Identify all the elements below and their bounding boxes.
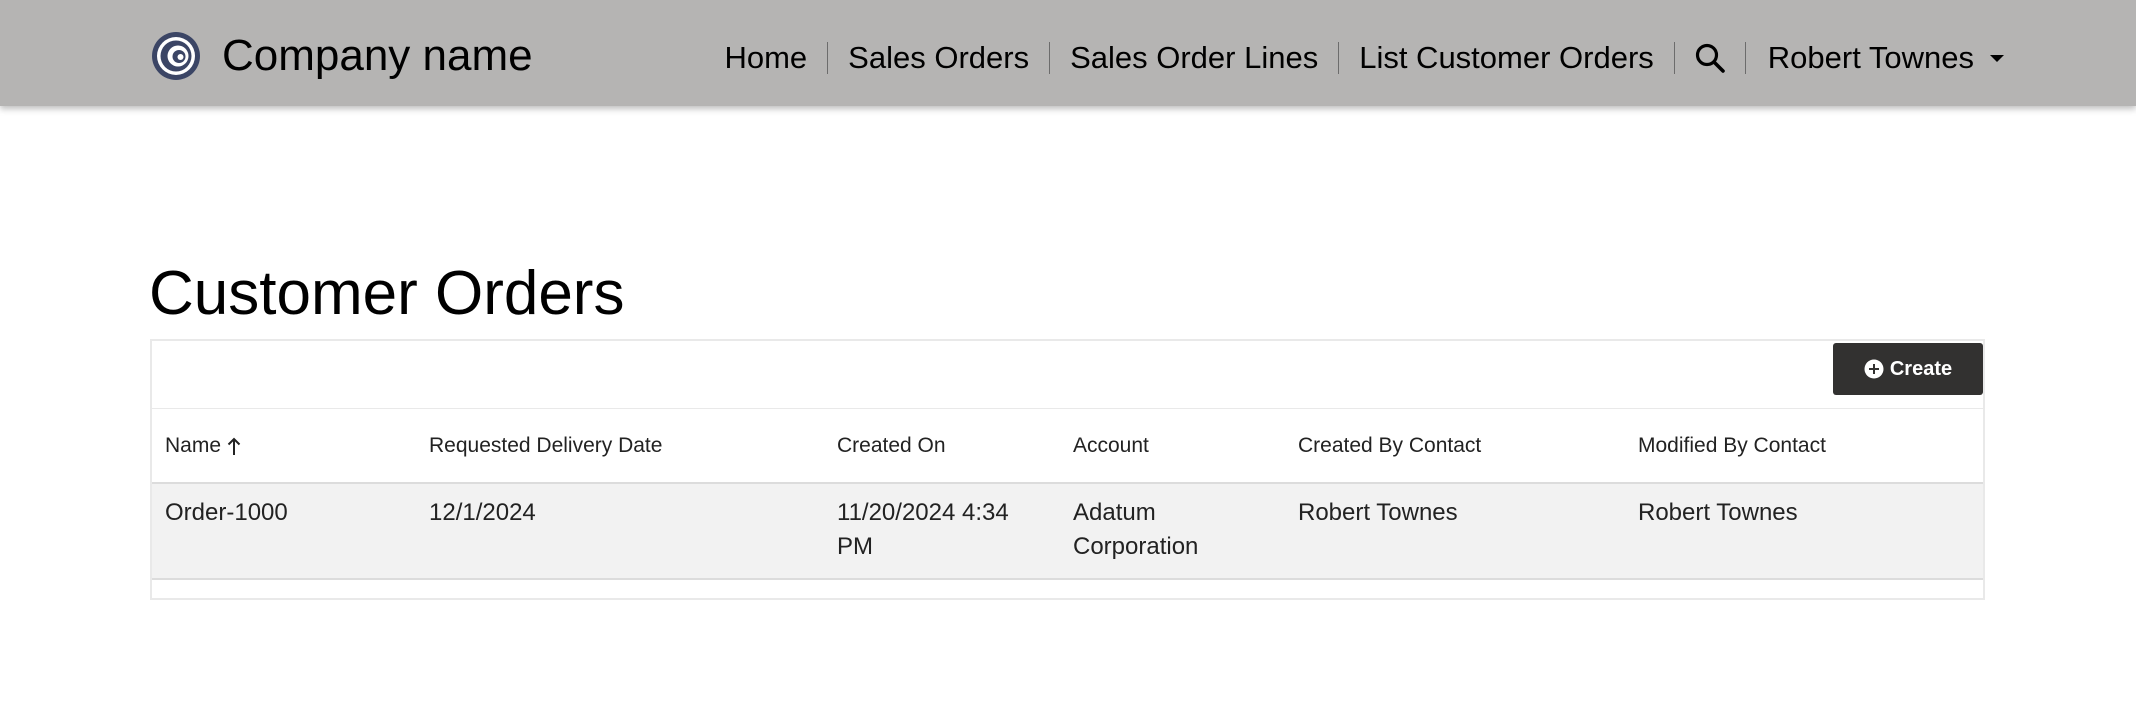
user-name: Robert Townes <box>1767 40 1974 75</box>
column-header-modified-by-contact[interactable]: Modified By Contact <box>1625 409 1983 484</box>
column-header-created-on[interactable]: Created On <box>824 409 1060 484</box>
column-header-label: Name <box>165 433 222 457</box>
create-button-label: Create <box>1889 358 1953 380</box>
arrow-up-icon <box>227 437 241 455</box>
nav-item-sales-orders[interactable]: Sales Orders <box>828 34 1049 82</box>
cell-name: Order-1000 <box>152 483 416 580</box>
nav-item-sales-order-lines[interactable]: Sales Order Lines <box>1050 34 1338 82</box>
cell-requested-delivery-date: 12/1/2024 <box>416 483 824 580</box>
orders-table: Name Requested Delivery Date Created On … <box>152 409 1983 580</box>
circle-logo-icon <box>152 32 200 80</box>
brand-name: Company name <box>222 31 533 80</box>
main-nav: Home Sales Orders Sales Order Lines List… <box>704 34 2004 82</box>
search-icon <box>1695 43 1725 73</box>
cell-created-on: 11/20/2024 4:34 PM <box>824 483 1060 580</box>
cell-account: Adatum Corporation <box>1060 483 1285 580</box>
user-menu[interactable]: Robert Townes <box>1746 34 2004 82</box>
column-header-name[interactable]: Name <box>152 409 416 484</box>
order-name-link[interactable]: Order-1000 <box>165 499 288 526</box>
orders-grid: Create Name Requested Delivery Date Crea… <box>150 339 1985 600</box>
caret-down-icon <box>1990 54 2004 62</box>
brand[interactable]: Company name <box>150 30 533 82</box>
navbar: Company name Home Sales Orders Sales Ord… <box>0 0 2136 106</box>
page-title: Customer Orders <box>149 259 625 328</box>
column-header-created-by-contact[interactable]: Created By Contact <box>1285 409 1625 484</box>
cell-modified-by-contact: Robert Townes <box>1625 483 1983 580</box>
column-header-requested-delivery-date[interactable]: Requested Delivery Date <box>416 409 824 484</box>
nav-item-home[interactable]: Home <box>704 34 827 82</box>
table-header-row: Name Requested Delivery Date Created On … <box>152 409 1983 484</box>
grid-actions-bar: Create <box>152 341 1983 409</box>
create-button[interactable]: Create <box>1833 343 1983 395</box>
plus-circle-icon <box>1864 359 1884 379</box>
cell-created-by-contact: Robert Townes <box>1285 483 1625 580</box>
nav-item-list-customer-orders[interactable]: List Customer Orders <box>1339 34 1674 82</box>
search-button[interactable] <box>1675 34 1745 82</box>
table-row[interactable]: Order-1000 12/1/2024 11/20/2024 4:34 PM … <box>152 483 1983 580</box>
column-header-account[interactable]: Account <box>1060 409 1285 484</box>
